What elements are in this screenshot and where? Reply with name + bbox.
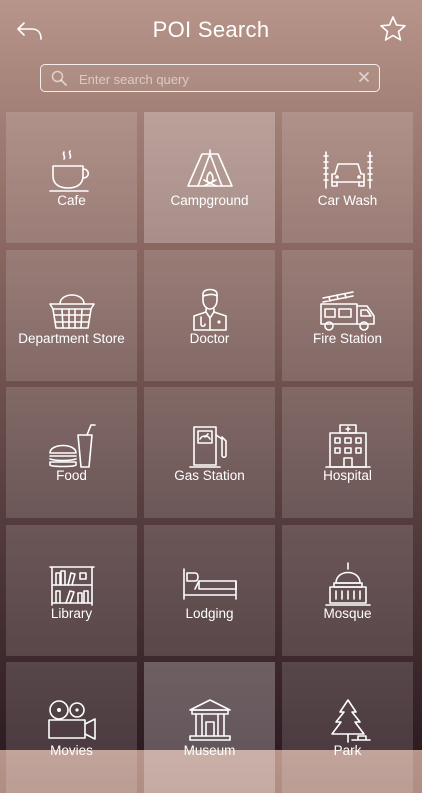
category-label: Campground: [170, 193, 249, 208]
category-tile-cafe[interactable]: Cafe: [6, 112, 137, 243]
dome-building-icon: [325, 562, 371, 606]
category-grid: Cafe Campground Car Wash Department Stor…: [0, 0, 422, 793]
category-label: Gas Station: [174, 468, 245, 483]
fire-truck-icon: [320, 291, 375, 331]
category-tile-fire-station[interactable]: Fire Station: [282, 250, 413, 381]
shopping-basket-icon: [49, 294, 95, 329]
category-tile-doctor[interactable]: Doctor: [144, 250, 275, 381]
category-tile-library[interactable]: Library: [6, 525, 137, 656]
tent-icon: [187, 149, 233, 187]
car-wash-icon: [323, 151, 373, 189]
category-tile-mosque[interactable]: Mosque: [282, 525, 413, 656]
category-tile-park[interactable]: Park: [282, 662, 413, 793]
category-label: Cafe: [57, 193, 86, 208]
movie-camera-icon: [48, 700, 96, 740]
bed-icon: [183, 568, 237, 600]
category-tile-car-wash[interactable]: Car Wash: [282, 112, 413, 243]
category-tile-gas-station[interactable]: Gas Station: [144, 387, 275, 518]
category-label: Hospital: [323, 468, 372, 483]
hospital-building-icon: [325, 424, 371, 468]
category-label: Car Wash: [317, 193, 378, 208]
category-tile-campground[interactable]: Campground: [144, 112, 275, 243]
burger-drink-icon: [49, 424, 96, 468]
category-label: Museum: [183, 743, 236, 758]
museum-icon: [189, 699, 231, 741]
category-tile-hospital[interactable]: Hospital: [282, 387, 413, 518]
tree-icon: [331, 699, 371, 743]
category-label: Park: [333, 743, 362, 758]
category-label: Department Store: [18, 331, 125, 346]
coffee-cup-icon: [49, 150, 90, 192]
gas-pump-icon: [189, 426, 227, 468]
doctor-icon: [193, 288, 227, 331]
category-label: Lodging: [185, 606, 234, 621]
category-tile-movies[interactable]: Movies: [6, 662, 137, 793]
category-label: Mosque: [323, 606, 372, 621]
bookshelf-icon: [49, 566, 95, 606]
category-tile-lodging[interactable]: Lodging: [144, 525, 275, 656]
category-label: Doctor: [189, 331, 230, 346]
category-label: Library: [50, 606, 93, 621]
category-tile-department-store[interactable]: Department Store: [6, 250, 137, 381]
category-label: Fire Station: [312, 331, 383, 346]
category-tile-museum[interactable]: Museum: [144, 662, 275, 793]
category-tile-food[interactable]: Food: [6, 387, 137, 518]
category-label: Movies: [50, 743, 93, 758]
category-label: Food: [56, 468, 87, 483]
